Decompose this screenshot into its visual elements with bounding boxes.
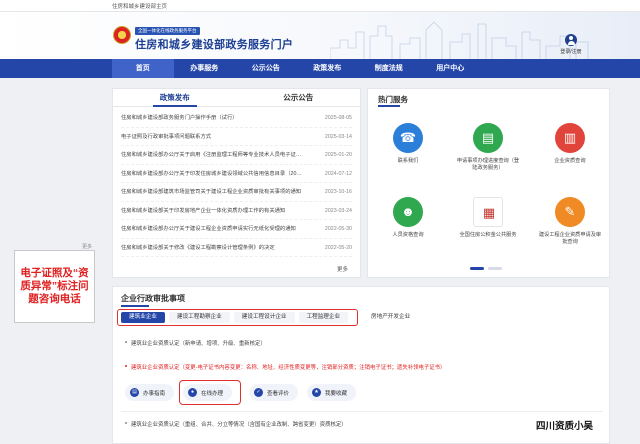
hot-services-title: 热门服务 (378, 95, 408, 107)
callout-text: 电子证照及“资质异常”标注问题咨询电话 (20, 267, 89, 305)
city-skyline-decoration (330, 21, 589, 59)
login-label: 登录/注册 (560, 49, 582, 55)
service-progress-query[interactable]: ▤ 申请事项办理进度查询（登陆政务服务） (456, 123, 520, 172)
fund-logo-icon: ▦ (473, 197, 503, 227)
ministry-homepage-link[interactable]: 住房和城乡建设部主页 (112, 2, 167, 10)
top-bar: 住房和城乡建设部主页 (0, 0, 640, 12)
carousel-dots (470, 267, 502, 270)
service-approval-query[interactable]: ✎ 建设工程企业资质申请及审批查询 (538, 197, 602, 246)
news-item[interactable]: 住房和城乡建设部办公厅关于建设工程企业资质申请实行无纸化受理的通知 2022-05… (121, 220, 352, 239)
news-item[interactable]: 住房和城乡建设部政务服务门户操作手册（试行） 2025-08-05 (121, 109, 352, 128)
news-title: 住房和城乡建设部政务服务门户操作手册（试行） (121, 115, 238, 121)
news-date: 2024-07-12 (324, 170, 352, 177)
more-link[interactable]: 更多 (337, 265, 348, 273)
service-label: 全国住房公积金公共服务 (459, 232, 517, 238)
main-nav: 首页 办事服务 公示公告 政策发布 制度法规 用户中心 (0, 59, 640, 78)
platform-badge: 全国一体化在线政务服务平台 (135, 27, 200, 35)
enterprise-type-tabs: 建筑业企业 建设工程勘察企业 建设工程设计企业 工程监理企业 (117, 309, 358, 326)
news-date: 2025-08-05 (324, 115, 352, 121)
approval-title: 企业行政审批事项 (121, 294, 185, 307)
service-housing-fund[interactable]: ▦ 全国住房公积金公共服务 (456, 197, 520, 239)
news-title: 住房和城乡建设部办公厅关于建设工程企业资质申请实行无纸化受理的通知 (121, 226, 296, 232)
national-emblem-icon: ★ (113, 26, 131, 44)
favorite-label: 我要收藏 (325, 390, 348, 397)
news-title: 住房和城乡建设部办公厅关于启用《注册监理工程师等专业技术人员电子证书》的通知 (121, 152, 303, 158)
news-date: 2022-05-20 (324, 244, 352, 251)
nav-policy[interactable]: 政策发布 (297, 59, 359, 78)
review-icon: ✓ (254, 388, 263, 397)
news-date: 2023-10-16 (324, 189, 352, 195)
news-date: 2023-03-24 (324, 207, 352, 214)
policy-panel: 政策发布 公示公告 住房和城乡建设部政务服务门户操作手册（试行） 2025-08-… (112, 88, 361, 278)
policy-tabs: 政策发布 公示公告 (113, 89, 360, 107)
author-watermark: 四川资质小吴 (536, 421, 594, 432)
news-item[interactable]: 住房和城乡建设部建筑市场监管司关于建设工程企业资质审批有关事项的通知 2023-1… (121, 183, 352, 202)
view-review-button[interactable]: ✓ 查看评价 (249, 384, 299, 401)
login-button[interactable]: 登录/注册 (558, 34, 584, 55)
news-title: 住房和城乡建设部关于印发房地产企业一体化资质办理工作的有关通知 (121, 207, 286, 214)
news-item[interactable]: 住房和城乡建设部关于修改《建设工程勘察设计管理条例》的决定 2022-05-20 (121, 239, 352, 257)
site-header: ★ 全国一体化在线政务服务平台 住房和城乡建设部政务服务门户 登录/注册 (0, 12, 640, 59)
user-icon: ● (188, 388, 197, 397)
tab-real-estate-enterprise[interactable]: 房地产开发企业 (365, 312, 416, 323)
online-handle-button[interactable]: ● 在线办理 (183, 384, 233, 401)
news-item[interactable]: 住房和城乡建设部关于印发房地产企业一体化资质办理工作的有关通知 2023-03-2… (121, 202, 352, 220)
tab-announcements[interactable]: 公示公告 (237, 89, 361, 106)
nav-user-center[interactable]: 用户中心 (420, 59, 482, 78)
news-list: 住房和城乡建设部政务服务门户操作手册（试行） 2025-08-05 电子证照及行政… (113, 107, 360, 257)
service-contact-us[interactable]: ☎ 联系我们 (376, 123, 440, 165)
nav-services[interactable]: 办事服务 (174, 59, 236, 78)
news-title: 住房和城乡建设部办公厅关于印发住房城乡建设领域公共信用信息目录（2024年版）的… (121, 170, 303, 177)
worker-icon: ☻ (393, 197, 423, 227)
news-date: 2022-05-30 (324, 226, 352, 232)
approval-icon: ✎ (555, 197, 585, 227)
divider (121, 411, 603, 412)
service-personnel-qualification[interactable]: ☻ 人员资格查询 (376, 197, 440, 239)
guide-icon: ▤ (130, 388, 139, 397)
service-label: 建设工程企业资质申请及审批查询 (538, 232, 602, 245)
nav-home[interactable]: 首页 (112, 59, 174, 78)
page: 住房和城乡建设部主页 ★ 全国一体化在线政务服务平台 住房和城乡建设部政务服务门… (0, 0, 640, 444)
tab-policy[interactable]: 政策发布 (113, 89, 237, 107)
tab-construction-enterprise[interactable]: 建筑业企业 (121, 312, 165, 323)
nav-announcements[interactable]: 公示公告 (235, 59, 297, 78)
online-handle-label: 在线办理 (201, 390, 224, 397)
service-company-qualification[interactable]: ▥ 企业资质查询 (538, 123, 602, 165)
news-title: 电子证照及行政审批事项问题联系方式 (121, 133, 212, 140)
news-item[interactable]: 电子证照及行政审批事项问题联系方式 2025-03-14 (121, 128, 352, 146)
portal-title[interactable]: 住房和城乡建设部政务服务门户 (135, 36, 293, 52)
service-label: 申请事项办理进度查询（登陆政务服务） (456, 158, 520, 171)
user-avatar-icon (565, 34, 577, 46)
service-label: 人员资格查询 (392, 232, 424, 238)
news-title: 住房和城乡建设部建筑市场监管司关于建设工程企业资质审批有关事项的通知 (121, 189, 302, 195)
tab-survey-enterprise[interactable]: 建设工程勘察企业 (168, 312, 230, 323)
news-item[interactable]: 住房和城乡建设部办公厅关于印发住房城乡建设领域公共信用信息目录（2024年版）的… (121, 165, 352, 183)
news-title: 住房和城乡建设部关于修改《建设工程勘察设计管理条例》的决定 (121, 244, 275, 251)
favorite-button[interactable]: ★ 我要收藏 (307, 384, 357, 401)
building-icon: ▥ (555, 123, 585, 153)
document-icon: ▤ (473, 123, 503, 153)
approval-item[interactable]: 建筑业企业资质认定（重组、合并、分立等情况（含国有企业改制、跨省变更）资质核定） (125, 420, 347, 428)
side-label: 更多 (82, 244, 93, 250)
tab-supervision-enterprise[interactable]: 工程监理企业 (298, 312, 349, 323)
approval-item[interactable]: 建筑业企业资质认定（变更-电子证书内容变更：名称、地址、经济性质变更等，注销部分… (124, 363, 445, 371)
phone-icon: ☎ (393, 123, 423, 153)
view-review-label: 查看评价 (267, 390, 290, 397)
carousel-dot[interactable] (488, 267, 502, 270)
nav-regulations[interactable]: 制度法规 (358, 59, 420, 78)
carousel-dot[interactable] (470, 267, 484, 270)
service-label: 联系我们 (397, 158, 419, 164)
guide-label: 办事指南 (143, 390, 166, 397)
hot-services-panel: 热门服务 ☎ 联系我们 ▤ 申请事项办理进度查询（登陆政务服务） ▥ 企业资质查… (367, 88, 610, 278)
service-label: 企业资质查询 (554, 158, 586, 164)
news-date: 2025-01-20 (324, 152, 352, 158)
news-item[interactable]: 住房和城乡建设部办公厅关于启用《注册监理工程师等专业技术人员电子证书》的通知 20… (121, 146, 352, 165)
tab-design-enterprise[interactable]: 建设工程设计企业 (233, 312, 295, 323)
guide-button[interactable]: ▤ 办事指南 (125, 384, 175, 401)
star-icon: ★ (312, 388, 321, 397)
approval-item[interactable]: 建筑业企业资质认定（新申请、增项、升级、重新核定） (125, 339, 266, 347)
news-date: 2025-03-14 (324, 133, 352, 140)
helpline-callout: 电子证照及“资质异常”标注问题咨询电话 (14, 250, 95, 323)
